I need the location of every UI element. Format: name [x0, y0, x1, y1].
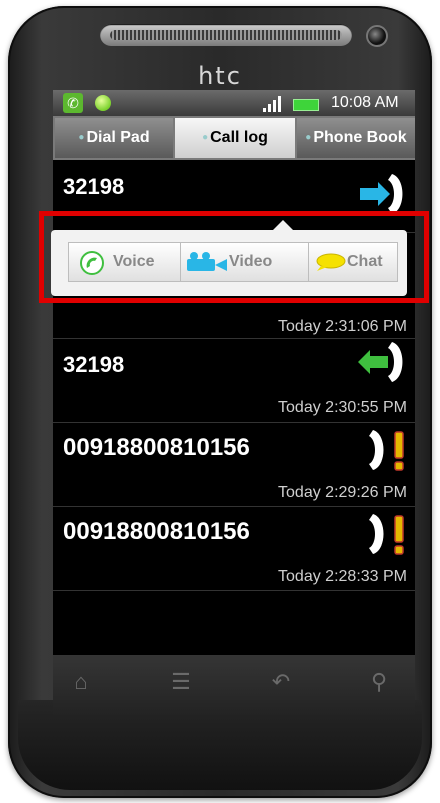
highlight-box [39, 211, 429, 303]
call-number: 32198 [63, 352, 125, 377]
notification-dot-icon [95, 95, 111, 111]
tab-bar: ● Dial Pad ● Call log ● Phone Book [53, 116, 415, 160]
tab-label: Call log [210, 129, 268, 147]
tab-dot-icon: ● [202, 132, 209, 143]
tab-dial-pad[interactable]: ● Dial Pad [55, 118, 173, 158]
screen: ✆ 10:08 AM ● Dial Pad ● Call log ● Phone Bo… [53, 90, 415, 655]
tab-phone-book[interactable]: ● Phone Book [297, 118, 415, 158]
call-number: 00918800810156 [63, 434, 250, 461]
tab-label: Dial Pad [86, 129, 150, 147]
tab-dot-icon: ● [78, 132, 85, 143]
front-camera [366, 25, 388, 47]
call-timestamp: Today 2:31:06 PM [278, 318, 407, 335]
call-log-row[interactable]: 00918800810156 Today 2:29:26 PM [53, 422, 415, 507]
home-icon[interactable]: ⌂ [61, 669, 101, 695]
outgoing-call-icon [360, 174, 403, 214]
battery-icon [293, 99, 319, 111]
call-number: 00918800810156 [63, 518, 250, 545]
brand-logo: htc [198, 62, 242, 90]
call-log-row[interactable]: 32198 Today 2:30:55 PM [53, 338, 415, 423]
status-bar: ✆ 10:08 AM [53, 90, 415, 116]
missed-call-icon [369, 514, 404, 555]
status-time: 10:08 AM [331, 94, 399, 111]
speaker-grille [100, 24, 352, 46]
call-timestamp: Today 2:29:26 PM [278, 484, 407, 501]
call-log-row[interactable]: 00918800810156 Today 2:28:33 PM [53, 506, 415, 591]
call-timestamp: Today 2:28:33 PM [278, 568, 407, 585]
tab-label: Phone Book [313, 129, 407, 147]
back-icon[interactable]: ↶ [261, 669, 301, 695]
call-timestamp: Today 2:30:55 PM [278, 399, 407, 416]
missed-call-icon [369, 430, 404, 471]
phone-notification-icon: ✆ [63, 93, 83, 113]
tab-call-log[interactable]: ● Call log [175, 118, 295, 158]
search-icon[interactable]: ⚲ [359, 669, 399, 695]
call-number: 32198 [63, 174, 125, 199]
hardware-nav-bar: ⌂ ☰ ↶ ⚲ [53, 655, 415, 715]
tab-dot-icon: ● [305, 132, 312, 143]
incoming-call-icon [358, 342, 403, 382]
menu-icon[interactable]: ☰ [161, 669, 201, 695]
signal-icon [263, 96, 281, 112]
